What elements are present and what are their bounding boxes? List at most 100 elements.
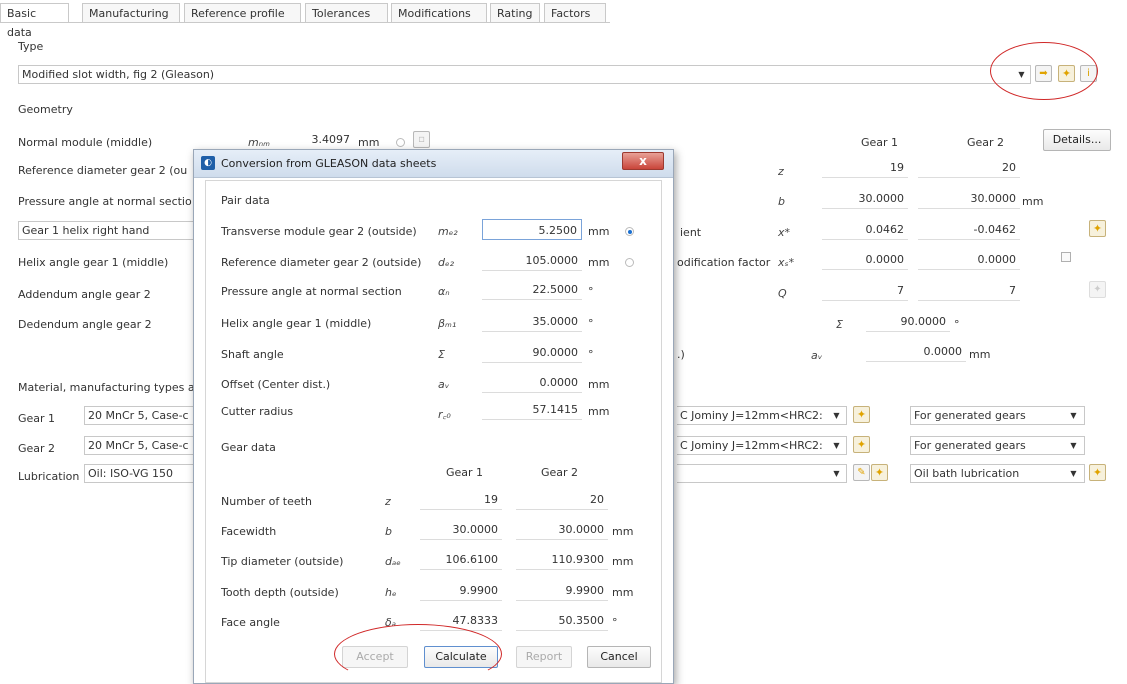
thickness-mod-symbol: xₛ* bbox=[778, 256, 795, 269]
transverse-module-input[interactable]: 5.2500 bbox=[482, 219, 582, 240]
gleason-conversion-dialog: ◐ Conversion from GLEASON data sheets x … bbox=[193, 149, 674, 684]
close-icon[interactable]: x bbox=[622, 152, 664, 170]
tab-rating[interactable]: Rating bbox=[490, 3, 540, 22]
offset-symbol: aᵥ bbox=[811, 349, 823, 362]
cutter-radius-input[interactable]: 57.1415 bbox=[482, 399, 582, 420]
geometry-label: Geometry bbox=[18, 103, 73, 116]
tab-underline bbox=[0, 22, 610, 23]
quality-gear2[interactable]: 7 bbox=[918, 281, 1020, 301]
tab-basic-data[interactable]: Basic data bbox=[0, 3, 69, 39]
teeth-gear2[interactable]: 20 bbox=[918, 158, 1020, 178]
pressure-angle-dlg-symbol: αₙ bbox=[438, 285, 450, 298]
helix-hand-select[interactable]: Gear 1 helix right hand bbox=[18, 221, 196, 240]
tip-diameter-gear1[interactable]: 106.6100 bbox=[420, 549, 502, 570]
tab-factors[interactable]: Factors bbox=[544, 3, 606, 22]
chevron-down-icon[interactable]: ▼ bbox=[1068, 439, 1079, 452]
offset-dlg-label: Offset (Center dist.) bbox=[221, 378, 331, 391]
chevron-down-icon[interactable]: ▼ bbox=[831, 467, 842, 480]
helix-angle-dlg-input[interactable]: 35.0000 bbox=[482, 311, 582, 332]
report-button[interactable]: Report bbox=[516, 646, 572, 668]
annotation-circle-bottom bbox=[334, 624, 502, 684]
tip-diameter-symbol: dₐₑ bbox=[385, 555, 401, 568]
dlg-gear2-header: Gear 2 bbox=[541, 466, 579, 479]
offset-value[interactable]: 0.0000 bbox=[866, 342, 966, 362]
profile-shift-gear1[interactable]: 0.0462 bbox=[822, 220, 908, 240]
tip-diameter-unit: mm bbox=[612, 555, 634, 568]
addendum-angle-label: Addendum angle gear 2 bbox=[18, 288, 151, 301]
teeth-symbol: z bbox=[778, 165, 784, 178]
tab-reference-profile[interactable]: Reference profile bbox=[184, 3, 301, 22]
gear2-heat-select[interactable]: C Jominy J=12mm<HRC2: bbox=[677, 436, 847, 455]
facewidth-gear2[interactable]: 30.0000 bbox=[918, 189, 1020, 209]
facewidth-dlg-gear2[interactable]: 30.0000 bbox=[516, 519, 608, 540]
tooth-depth-gear2[interactable]: 9.9900 bbox=[516, 580, 608, 601]
calculator-icon[interactable]: ▫ bbox=[413, 131, 430, 148]
shaft-angle-symbol: Σ bbox=[836, 318, 843, 331]
dlg-gear1-header: Gear 1 bbox=[446, 466, 484, 479]
cutter-radius-label: Cutter radius bbox=[221, 405, 294, 418]
star-icon[interactable]: ✦ bbox=[1089, 220, 1106, 237]
offset-dlg-input[interactable]: 0.0000 bbox=[482, 372, 582, 393]
number-of-teeth-gear1[interactable]: 19 bbox=[420, 489, 502, 510]
tooth-depth-gear1[interactable]: 9.9900 bbox=[420, 580, 502, 601]
tab-tolerances[interactable]: Tolerances bbox=[305, 3, 388, 22]
lubrication-oil-select[interactable]: Oil: ISO-VG 150 bbox=[84, 464, 196, 483]
facewidth-dlg-label: Facewidth bbox=[221, 525, 277, 538]
thickness-mod-checkbox[interactable] bbox=[1061, 252, 1071, 262]
tip-diameter-gear2[interactable]: 110.9300 bbox=[516, 549, 608, 570]
ref-diameter-outside-radio[interactable] bbox=[625, 258, 634, 267]
offset-label-fragment: .) bbox=[677, 348, 685, 361]
chevron-down-icon[interactable]: ▼ bbox=[1068, 467, 1079, 480]
star-icon[interactable]: ✦ bbox=[1089, 464, 1106, 481]
star-icon[interactable]: ✦ bbox=[853, 406, 870, 423]
helix-angle-dlg-symbol: βₘ₁ bbox=[438, 317, 457, 330]
star-icon[interactable]: ✦ bbox=[871, 464, 888, 481]
face-angle-unit: ° bbox=[612, 616, 618, 629]
tooth-depth-symbol: hₑ bbox=[385, 586, 397, 599]
gear2-material-select[interactable]: 20 MnCr 5, Case-c bbox=[84, 436, 196, 455]
number-of-teeth-gear2[interactable]: 20 bbox=[516, 489, 608, 510]
pressure-angle-dlg-unit: ° bbox=[588, 285, 594, 298]
transverse-module-symbol: mₑ₂ bbox=[438, 225, 458, 238]
facewidth-gear1[interactable]: 30.0000 bbox=[822, 189, 908, 209]
type-select[interactable]: Modified slot width, fig 2 (Gleason) bbox=[18, 65, 1031, 84]
face-angle-gear2[interactable]: 50.3500 bbox=[516, 610, 608, 631]
ref-diameter-outside-input[interactable]: 105.0000 bbox=[482, 250, 582, 271]
chevron-down-icon[interactable]: ▼ bbox=[1068, 409, 1079, 422]
shaft-angle-value[interactable]: 90.0000 bbox=[866, 312, 950, 332]
edit-icon[interactable]: ✎ bbox=[853, 464, 870, 481]
gear1-type-select[interactable]: For generated gears bbox=[910, 406, 1085, 425]
cutter-radius-symbol: r꜀₀ bbox=[438, 408, 451, 421]
dialog-content: Pair data Transverse module gear 2 (outs… bbox=[205, 180, 662, 683]
gear1-heat-select[interactable]: C Jominy J=12mm<HRC2: bbox=[677, 406, 847, 425]
thickness-mod-gear2[interactable]: 0.0000 bbox=[918, 250, 1020, 270]
tab-manufacturing[interactable]: Manufacturing bbox=[82, 3, 180, 22]
transverse-module-radio[interactable] bbox=[625, 227, 634, 236]
lubrication-method-select[interactable]: Oil bath lubrication bbox=[910, 464, 1085, 483]
teeth-gear1[interactable]: 19 bbox=[822, 158, 908, 178]
pressure-angle-dlg-input[interactable]: 22.5000 bbox=[482, 279, 582, 300]
profile-shift-gear2[interactable]: -0.0462 bbox=[918, 220, 1020, 240]
shaft-angle-dlg-input[interactable]: 90.0000 bbox=[482, 342, 582, 363]
shaft-angle-dlg-symbol: Σ bbox=[438, 348, 445, 361]
cancel-button[interactable]: Cancel bbox=[587, 646, 651, 668]
thickness-mod-gear1[interactable]: 0.0000 bbox=[822, 250, 908, 270]
tab-modifications[interactable]: Modifications bbox=[391, 3, 487, 22]
normal-module-unit: mm bbox=[358, 136, 380, 149]
normal-module-value[interactable]: 3.4097 bbox=[290, 130, 354, 150]
facewidth-dlg-gear1[interactable]: 30.0000 bbox=[420, 519, 502, 540]
lubrication-oil-select-end[interactable] bbox=[677, 464, 847, 483]
star-icon[interactable]: ✦ bbox=[853, 436, 870, 453]
thickness-mod-label-fragment: odification factor bbox=[677, 256, 771, 269]
chevron-down-icon[interactable]: ▼ bbox=[831, 439, 842, 452]
gear2-type-select[interactable]: For generated gears bbox=[910, 436, 1085, 455]
helix-angle-dlg-label: Helix angle gear 1 (middle) bbox=[221, 317, 372, 330]
gear1-material-select[interactable]: 20 MnCr 5, Case-c bbox=[84, 406, 196, 425]
star-icon-disabled[interactable]: ✦ bbox=[1089, 281, 1106, 298]
details-button[interactable]: Details... bbox=[1043, 129, 1111, 151]
app-icon: ◐ bbox=[201, 156, 215, 170]
normal-module-radio[interactable] bbox=[396, 138, 405, 147]
facewidth-dlg-unit: mm bbox=[612, 525, 634, 538]
quality-gear1[interactable]: 7 bbox=[822, 281, 908, 301]
chevron-down-icon[interactable]: ▼ bbox=[831, 409, 842, 422]
